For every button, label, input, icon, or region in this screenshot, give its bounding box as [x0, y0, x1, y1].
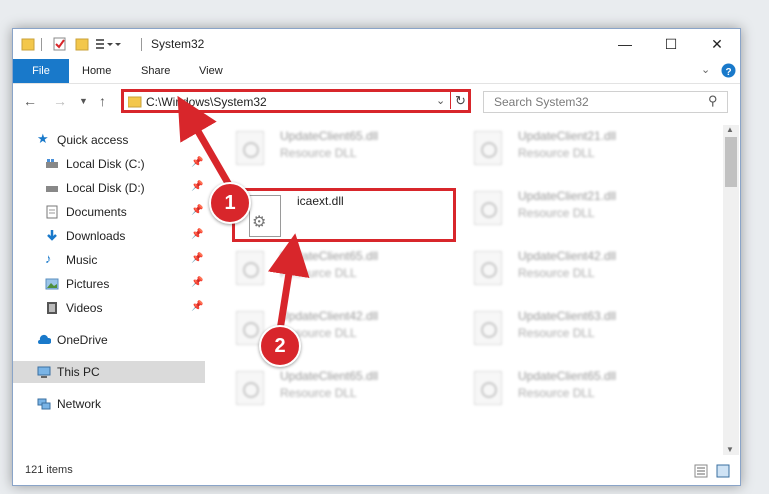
step-1-badge: 1	[209, 182, 251, 224]
arrow-to-file	[267, 233, 310, 334]
arrow-to-address-bar	[177, 95, 236, 194]
step-2-badge: 2	[259, 325, 301, 367]
annotation-arrows	[177, 95, 310, 334]
